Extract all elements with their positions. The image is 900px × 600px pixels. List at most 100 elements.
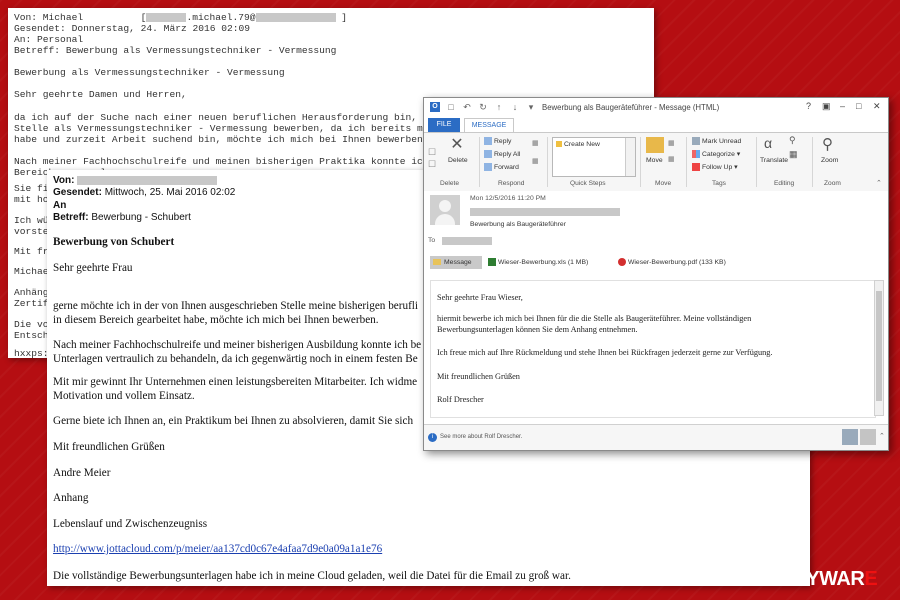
zoom-icon[interactable]: ⚲ <box>822 135 833 153</box>
title-bar: O □ ↶ ↻ ↑ ↓ ▾ Bewerbung als Baugerätefüh… <box>424 98 888 118</box>
save-icon[interactable]: □ <box>446 102 456 112</box>
meeting-icon[interactable]: ▦ <box>532 139 538 147</box>
body-line: hiermit bewerbe ich mich bei Ihnen für d… <box>437 314 752 323</box>
arrow-down-icon[interactable]: ↓ <box>510 102 520 112</box>
attachment-xls[interactable]: Wieser-Bewerbung.xls (1 MB) <box>488 258 588 266</box>
categorize-icon <box>692 150 700 159</box>
ribbon-separator <box>547 137 548 187</box>
customize-toolbar-icon[interactable]: ▾ <box>526 102 536 112</box>
reply-all-button[interactable]: Reply All <box>484 150 520 158</box>
ribbon-separator <box>686 137 687 187</box>
cloud-link-anchor[interactable]: http://www.jottacloud.com/p/meier/aa137c… <box>53 543 382 555</box>
email-paragraph-line: Motivation und vollem Einsatz. <box>53 390 195 402</box>
quick-steps-scrollbar[interactable] <box>625 138 635 176</box>
ribbon-tabs: FILE MESSAGE <box>424 118 888 133</box>
body-line: Bewerbungsunterlagen können Sie dem Anha… <box>437 325 638 334</box>
delete-button[interactable]: Delete <box>448 157 468 164</box>
arrow-up-icon[interactable]: ↑ <box>494 102 504 112</box>
flag-icon <box>692 163 700 172</box>
person-icon[interactable] <box>860 429 876 445</box>
email-paragraph-line: Stelle als Vermessungstechniker - Vermes… <box>14 123 429 134</box>
scrollbar-thumb[interactable] <box>876 291 882 401</box>
delete-icon[interactable]: ✕ <box>448 137 466 153</box>
outlook-app-icon: O <box>430 102 440 112</box>
redacted-recipient <box>442 237 492 245</box>
email-paragraph-line: Gerne biete ich Ihnen an, ein Praktikum … <box>53 415 414 427</box>
group-label-editing: Editing <box>774 180 795 187</box>
create-new-quick-step[interactable]: Create New <box>556 141 600 148</box>
message-body: Sehr geehrte Frau Wieser, hiermit bewerb… <box>430 280 876 418</box>
email-fragment: Entsch <box>14 330 49 341</box>
collapse-ribbon-icon[interactable]: ⌃ <box>876 179 882 187</box>
ribbon-display-icon[interactable]: ▣ <box>822 101 831 112</box>
reply-button[interactable]: Reply <box>484 137 511 145</box>
info-icon: i <box>428 433 437 442</box>
quick-steps-gallery[interactable]: Create New <box>552 137 636 177</box>
person-icon[interactable] <box>842 429 858 445</box>
cloud-link[interactable]: http://www.jottacloud.com/p/meier/aa137c… <box>53 543 382 555</box>
email-heading: Bewerbung von Schubert <box>53 236 175 248</box>
ribbon-separator <box>812 137 813 187</box>
email-to-line: An <box>53 200 67 211</box>
email-to-line: An: Personal <box>14 34 84 45</box>
help-button[interactable]: ? <box>806 101 811 111</box>
email-salutation: Sehr geehrte Damen und Herren, <box>14 89 187 100</box>
email-attachment-item: Lebenslauf und Zwischenzeugniss <box>53 518 208 530</box>
translate-icon[interactable]: α <box>764 135 772 151</box>
email-from-line: Von: Michael [.michael.79@ ] <box>14 12 348 23</box>
see-more-link[interactable]: See more about Rolf Drescher. <box>440 434 522 440</box>
minimize-icon[interactable]: – <box>840 101 845 111</box>
email-fragment: Ich wü <box>14 215 49 226</box>
undo-icon[interactable]: ↶ <box>462 102 472 112</box>
ignore-icon[interactable]: ☐ <box>428 147 436 158</box>
body-scrollbar[interactable] <box>874 280 884 416</box>
group-label-zoom: Zoom <box>824 180 841 187</box>
body-line: Ich freue mich auf Ihre Rückmeldung und … <box>437 348 773 357</box>
envelope-icon <box>692 137 700 145</box>
to-label: To <box>428 237 436 244</box>
email-attachment-heading: Anhang <box>53 492 89 504</box>
email-sender-name: Andre Meier <box>53 467 111 479</box>
follow-up-button[interactable]: Follow Up ▾ <box>692 163 738 172</box>
email-paragraph-line: gerne möchte ich in der von Ihnen ausges… <box>53 300 419 312</box>
zoom-button[interactable]: Zoom <box>821 157 838 164</box>
message-attachment-tab[interactable]: Message <box>430 256 482 269</box>
email-paragraph-line: in diesem Bereich gearbeitet habe, möcht… <box>53 314 379 326</box>
related-icon[interactable]: ▦ <box>789 149 798 160</box>
move-icon[interactable] <box>646 137 664 153</box>
find-icon[interactable]: ⚲ <box>789 135 796 146</box>
cleanup-icon[interactable]: ☐ <box>428 159 436 170</box>
body-salutation: Sehr geehrte Frau Wieser, <box>437 293 523 302</box>
ribbon-separator <box>479 137 480 187</box>
email-salutation: Sehr geehrte Frau <box>53 262 133 274</box>
email-paragraph-line: Unterlagen vertraulich zu behandeln, da … <box>53 353 418 365</box>
pdf-file-icon <box>618 258 626 266</box>
attachment-bar: Message Wieser-Bewerbung.xls (1 MB) Wies… <box>424 255 888 271</box>
move-button[interactable]: Move <box>646 157 663 164</box>
group-label-tags: Tags <box>712 180 726 187</box>
forward-button[interactable]: Forward <box>484 163 519 171</box>
mark-unread-button[interactable]: Mark Unread <box>692 137 741 145</box>
tab-file[interactable]: FILE <box>428 118 460 132</box>
maximize-icon[interactable]: □ <box>856 101 861 111</box>
message-date: Mon 12/5/2016 11:20 PM <box>470 195 546 202</box>
email-paragraph-line: Mit mir gewinnt Ihr Unternehmen einen le… <box>53 376 418 388</box>
actions-icon[interactable]: ▦ <box>668 155 674 163</box>
rules-icon[interactable]: ▦ <box>668 139 674 147</box>
email-fragment: vorste <box>14 226 49 237</box>
more-respond-icon[interactable]: ▦ <box>532 157 538 165</box>
message-header: Mon 12/5/2016 11:20 PM Bewerbung als Bau… <box>424 191 888 255</box>
email-sent-line: Gesendet: Donnerstag, 24. März 2016 02:0… <box>14 23 251 34</box>
email-fragment: Die vo <box>14 319 49 330</box>
redacted-text <box>255 12 336 22</box>
expand-people-pane-icon[interactable]: ⌃ <box>879 432 885 440</box>
categorize-button[interactable]: Categorize ▾ <box>692 150 740 159</box>
reply-icon <box>484 137 492 145</box>
email-subject-line: Betreff: Bewerbung als Vermessungstechni… <box>14 45 337 56</box>
redo-icon[interactable]: ↻ <box>478 102 488 112</box>
tab-message[interactable]: MESSAGE <box>464 118 514 133</box>
attachment-pdf[interactable]: Wieser-Bewerbung.pdf (133 KB) <box>618 258 726 266</box>
email-closing: Mit freundlichen Grüßen <box>53 441 165 453</box>
close-icon[interactable]: ✕ <box>873 101 881 112</box>
translate-button[interactable]: Translate <box>760 157 788 164</box>
